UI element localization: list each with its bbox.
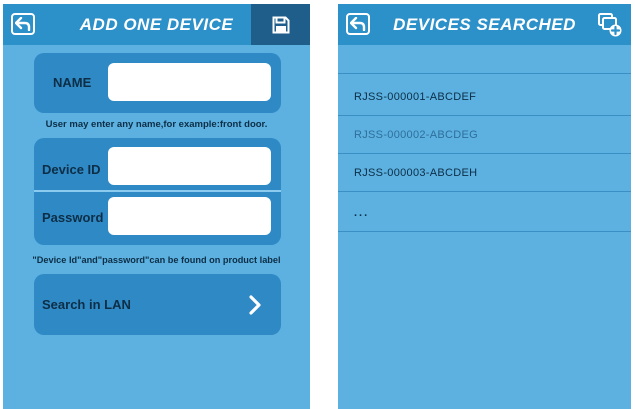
device-list-item[interactable]: RJSS-000001-ABCDEF bbox=[338, 78, 631, 116]
device-list-item[interactable]: ... bbox=[338, 194, 631, 232]
credentials-card: Device ID Password bbox=[34, 138, 281, 245]
back-button[interactable] bbox=[11, 13, 35, 35]
device-list-item[interactable]: RJSS-000003-ABCDEH bbox=[338, 154, 631, 192]
card-divider bbox=[34, 190, 281, 192]
titlebar: DEVICES SEARCHED bbox=[338, 4, 631, 45]
floppy-disk-icon bbox=[272, 16, 289, 33]
device-id-text: RJSS-000001-ABCDEF bbox=[354, 91, 477, 103]
password-input[interactable] bbox=[108, 197, 271, 235]
page-title: DEVICES SEARCHED bbox=[393, 15, 576, 34]
chevron-right-icon bbox=[249, 295, 261, 315]
device-id-text: RJSS-000002-ABCDEG bbox=[354, 129, 479, 141]
device-id-text: RJSS-000003-ABCDEH bbox=[354, 167, 478, 179]
device-id-input[interactable] bbox=[108, 147, 271, 185]
more-items-text: ... bbox=[354, 207, 370, 219]
titlebar: ADD ONE DEVICE bbox=[3, 4, 310, 45]
back-arrow-icon bbox=[15, 17, 31, 31]
back-arrow-icon bbox=[350, 17, 366, 31]
search-in-lan-button[interactable]: Search in LAN bbox=[34, 274, 281, 335]
name-card: NAME bbox=[34, 53, 281, 113]
add-device-screen: ADD ONE DEVICE NAME User may enter any n… bbox=[3, 4, 310, 409]
search-in-lan-label: Search in LAN bbox=[42, 297, 131, 312]
name-hint: User may enter any name,for example:fron… bbox=[45, 119, 268, 130]
name-input[interactable] bbox=[108, 63, 271, 101]
devices-searched-screen: DEVICES SEARCHED RJSS-000001-ABCDEF RJSS… bbox=[338, 4, 631, 409]
back-button[interactable] bbox=[346, 13, 370, 35]
credentials-hint: "Device Id"and"password"can be found on … bbox=[32, 255, 281, 265]
password-label: Password bbox=[42, 210, 104, 225]
device-list-item[interactable]: RJSS-000002-ABCDEG bbox=[338, 116, 631, 154]
device-id-label: Device ID bbox=[42, 162, 101, 177]
add-device-icon bbox=[598, 13, 622, 37]
list-top-divider bbox=[338, 73, 631, 74]
save-button[interactable] bbox=[251, 4, 310, 45]
name-label: NAME bbox=[53, 75, 92, 90]
add-device-button[interactable] bbox=[597, 12, 623, 38]
